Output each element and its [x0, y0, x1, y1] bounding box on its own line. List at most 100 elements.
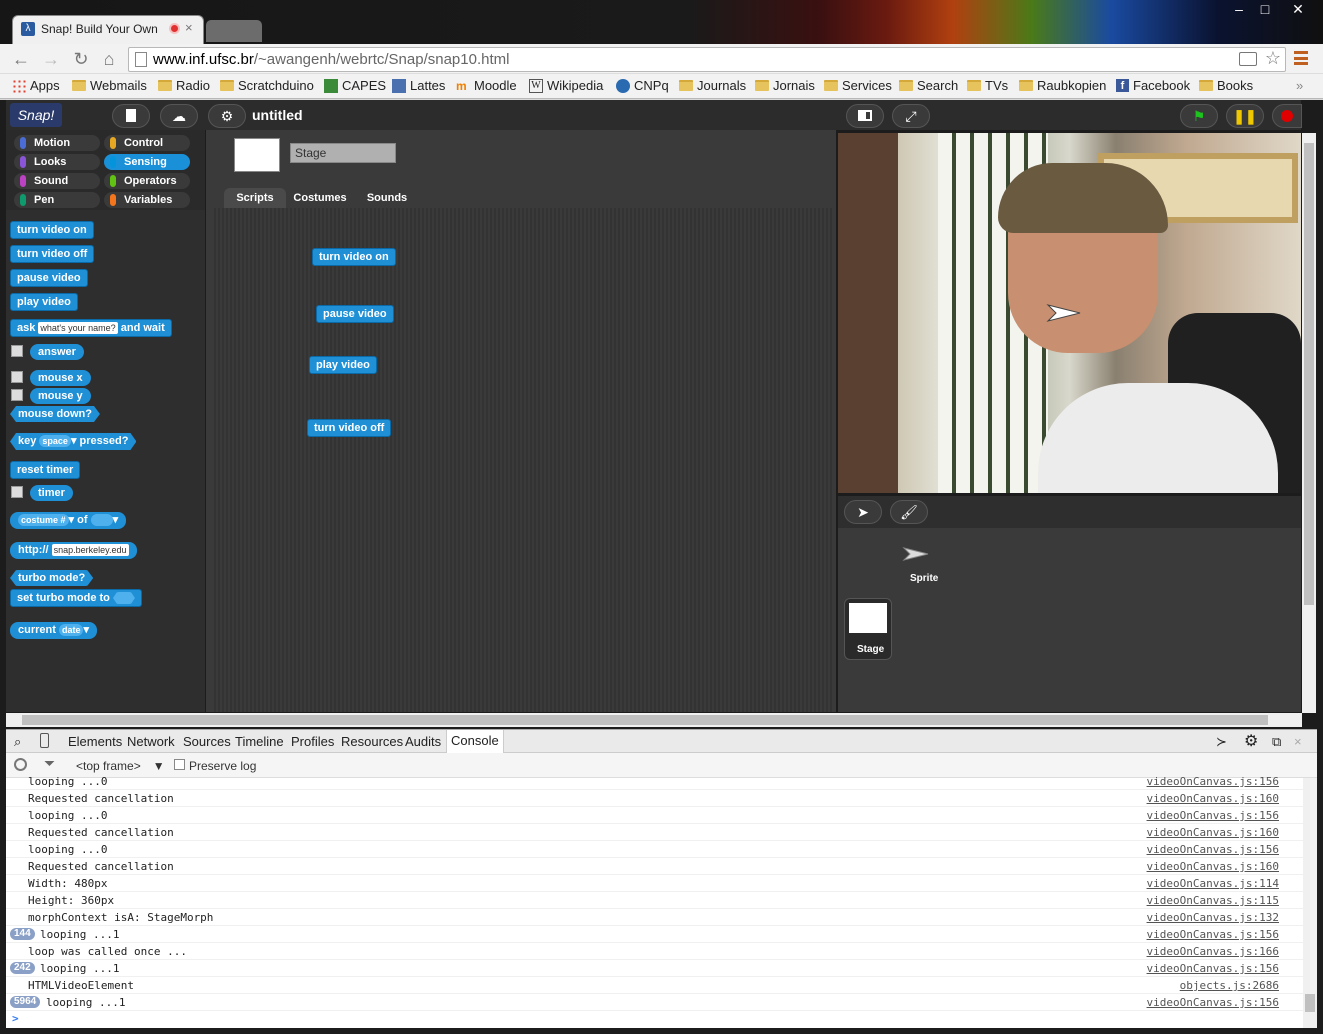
tab-scripts[interactable]: Scripts — [224, 188, 286, 208]
inspect-icon[interactable]: ⌕ — [14, 734, 21, 750]
answer-checkbox[interactable] — [11, 345, 23, 357]
devtools-tab-console[interactable]: Console — [446, 730, 504, 753]
back-icon[interactable]: ← — [10, 49, 32, 71]
category-motion[interactable]: Motion — [14, 135, 100, 151]
block-http[interactable]: http:// snap.berkeley.edu — [10, 542, 137, 559]
stage[interactable] — [838, 133, 1301, 493]
bookmark-lattes[interactable]: Lattes — [392, 78, 445, 93]
presentation-mode-button[interactable]: ⤢ — [892, 104, 930, 128]
block-mouse-x[interactable]: mouse x — [30, 370, 91, 386]
frame-select[interactable]: <top frame> ▼ — [76, 759, 165, 773]
new-tab-button[interactable] — [206, 20, 262, 42]
console-source-link[interactable]: videoOnCanvas.js:156 — [1147, 809, 1279, 822]
stage-size-button[interactable] — [846, 104, 884, 128]
timer-checkbox[interactable] — [11, 486, 23, 498]
block-turn-video-on[interactable]: turn video on — [10, 221, 94, 239]
sprite-arrow-icon[interactable] — [1046, 303, 1082, 323]
bookmark-journals[interactable]: Journals — [679, 78, 746, 93]
menu-icon[interactable] — [1294, 51, 1308, 65]
bookmark-tvs[interactable]: TVs — [967, 78, 1008, 93]
settings-button[interactable]: ⚙ — [208, 104, 246, 128]
category-pen[interactable]: Pen — [14, 192, 100, 208]
console-source-link[interactable]: videoOnCanvas.js:160 — [1147, 860, 1279, 873]
bookmark-cnpq[interactable]: CNPq — [616, 78, 669, 93]
category-sound[interactable]: Sound — [14, 173, 100, 189]
bookmark-capes[interactable]: CAPES — [324, 78, 386, 93]
snap-logo[interactable]: Snap! — [10, 103, 62, 127]
bookmark-books[interactable]: Books — [1199, 78, 1253, 93]
bookmark-jornais[interactable]: Jornais — [755, 78, 815, 93]
devtools-tab-profiles[interactable]: Profiles — [291, 734, 334, 749]
console-source-link[interactable]: videoOnCanvas.js:160 — [1147, 826, 1279, 839]
maximize-button[interactable]: □ — [1248, 0, 1282, 20]
block-timer[interactable]: timer — [30, 485, 73, 501]
dock-side-icon[interactable]: ⧉ — [1272, 734, 1281, 750]
category-sensing[interactable]: Sensing — [104, 154, 190, 170]
console-source-link[interactable]: videoOnCanvas.js:115 — [1147, 894, 1279, 907]
block-reset-timer[interactable]: reset timer — [10, 461, 81, 479]
camera-icon[interactable] — [1239, 52, 1257, 66]
device-mode-icon[interactable] — [40, 733, 49, 748]
drawer-toggle-icon[interactable]: ≻ — [1216, 734, 1227, 750]
url-input[interactable]: snap.berkeley.edu — [51, 544, 129, 556]
category-looks[interactable]: Looks — [14, 154, 100, 170]
script-play-video[interactable]: play video — [309, 356, 377, 374]
devtools-tab-timeline[interactable]: Timeline — [235, 734, 284, 749]
bookmark-moodle[interactable]: m Moodle — [456, 78, 517, 93]
category-control[interactable]: Control — [104, 135, 190, 151]
stop-button[interactable] — [1272, 104, 1302, 128]
category-operators[interactable]: Operators — [104, 173, 190, 189]
script-turn-video-on[interactable]: turn video on — [312, 248, 396, 266]
scrollbar-thumb[interactable] — [1304, 143, 1314, 605]
reload-icon[interactable]: ↻ — [70, 49, 92, 71]
bookmark-raubkopien[interactable]: Raubkopien — [1019, 78, 1106, 93]
bookmarks-overflow-icon[interactable]: » — [1296, 78, 1303, 93]
add-turtle-sprite-button[interactable]: ➤ — [844, 500, 882, 524]
bookmark-search[interactable]: Search — [899, 78, 958, 93]
devtools-tab-sources[interactable]: Sources — [183, 734, 231, 749]
browser-tab[interactable]: λ Snap! Build Your Own × — [12, 15, 204, 44]
preserve-log-checkbox[interactable] — [174, 759, 185, 770]
page-vertical-scrollbar[interactable] — [1302, 133, 1316, 713]
script-turn-video-off[interactable]: turn video off — [307, 419, 392, 437]
tab-costumes[interactable]: Costumes — [286, 188, 354, 208]
green-flag-button[interactable]: ⚑ — [1180, 104, 1218, 128]
stage-icon[interactable]: Stage — [844, 598, 892, 660]
bookmark-star-icon[interactable]: ☆ — [1265, 48, 1281, 69]
block-key-pressed[interactable]: key space ▾ pressed? — [10, 433, 136, 450]
console-source-link[interactable]: videoOnCanvas.js:156 — [1147, 775, 1279, 788]
key-dropdown[interactable]: space — [39, 435, 71, 447]
devtools-tab-audits[interactable]: Audits — [405, 734, 441, 749]
filter-icon[interactable]: ⏷ — [44, 755, 55, 772]
console-source-link[interactable]: videoOnCanvas.js:132 — [1147, 911, 1279, 924]
bookmark-apps[interactable]: Apps — [12, 78, 60, 93]
ask-input[interactable]: what's your name? — [38, 322, 118, 334]
devtools-tab-elements[interactable]: Elements — [68, 734, 122, 749]
block-pause-video[interactable]: pause video — [10, 269, 88, 287]
block-play-video[interactable]: play video — [10, 293, 78, 311]
date-dropdown[interactable]: date — [58, 624, 84, 636]
block-mouse-y[interactable]: mouse y — [30, 388, 91, 404]
console-source-link[interactable]: videoOnCanvas.js:160 — [1147, 792, 1279, 805]
paint-new-sprite-button[interactable]: 🖌 — [890, 500, 928, 524]
home-icon[interactable]: ⌂ — [98, 49, 120, 71]
attribute-dropdown[interactable]: costume # — [18, 514, 69, 526]
block-turbo-mode[interactable]: turbo mode? — [10, 570, 93, 586]
console-source-link[interactable]: videoOnCanvas.js:156 — [1147, 843, 1279, 856]
console-source-link[interactable]: videoOnCanvas.js:114 — [1147, 877, 1279, 890]
file-menu-button[interactable] — [112, 104, 150, 128]
scrollbar-thumb[interactable] — [1305, 994, 1315, 1012]
script-pause-video[interactable]: pause video — [316, 305, 394, 323]
settings-gear-icon[interactable]: ⚙ — [1244, 731, 1258, 751]
page-horizontal-scrollbar[interactable] — [6, 713, 1302, 727]
object-dropdown[interactable] — [90, 514, 113, 526]
tab-sounds[interactable]: Sounds — [354, 188, 420, 208]
sprite-thumbnail[interactable]: Sprite — [898, 542, 946, 602]
block-turn-video-off[interactable]: turn video off — [10, 245, 95, 263]
scrollbar-thumb[interactable] — [22, 715, 1268, 725]
console-source-link[interactable]: videoOnCanvas.js:166 — [1147, 945, 1279, 958]
clear-console-icon[interactable] — [14, 758, 27, 771]
bookmark-scratchduino[interactable]: Scratchduino — [220, 78, 314, 93]
close-devtools-icon[interactable]: × — [1294, 734, 1302, 749]
category-variables[interactable]: Variables — [104, 192, 190, 208]
